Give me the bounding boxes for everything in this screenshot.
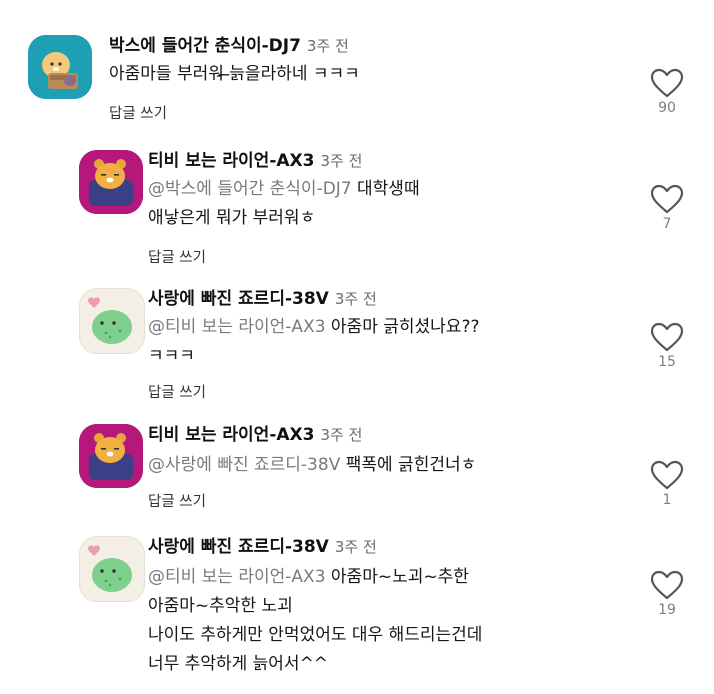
comment-line: @박스에 들어간 춘식이-DJ7 대학생때 [148, 179, 420, 199]
jordy-love-avatar-icon [80, 289, 144, 353]
comment-time: 3주 전 [320, 152, 363, 170]
avatar[interactable] [79, 150, 143, 214]
reply-button[interactable]: 답글 쓰기 [148, 490, 206, 511]
comment-line: 아줌마들 부러워 ̶늙을라하네 ㅋㅋㅋ [109, 64, 360, 84]
comment-text: @사랑에 빠진 죠르디-38V 팩폭에 긁힌건너ㅎ [148, 451, 476, 480]
like-count: 19 [658, 602, 676, 618]
mention-link[interactable]: @티비 보는 라이언-AX3 [148, 317, 326, 337]
like-button[interactable]: 1 [647, 460, 687, 508]
comment-header: 박스에 들어간 춘식이-DJ7 3주 전 [109, 35, 349, 57]
comment-line: @사랑에 빠진 죠르디-38V 팩폭에 긁힌건너ㅎ [148, 455, 477, 475]
comment-time: 3주 전 [334, 290, 377, 308]
comment-header: 티비 보는 라이언-AX3 3주 전 [148, 150, 362, 172]
author-name[interactable]: 사랑에 빠진 죠르디-38V [148, 537, 329, 557]
author-name[interactable]: 티비 보는 라이언-AX3 [148, 151, 314, 171]
comment-header: 사랑에 빠진 죠르디-38V 3주 전 [148, 288, 377, 310]
like-button[interactable]: 90 [647, 68, 687, 116]
comment-line: 애낳은게 뭐가 부러워ㅎ [148, 208, 316, 228]
comment-text: @티비 보는 라이언-AX3 아줌마 긁히셨나요?? ㅋㅋㅋ [148, 313, 480, 371]
mention-link[interactable]: @티비 보는 라이언-AX3 [148, 567, 326, 587]
author-name[interactable]: 박스에 들어간 춘식이-DJ7 [109, 36, 301, 56]
comment-line: @티비 보는 라이언-AX3 아줌마 긁히셨나요?? [148, 317, 480, 337]
author-name[interactable]: 티비 보는 라이언-AX3 [148, 425, 314, 445]
ryan-tv-avatar-icon [79, 150, 143, 214]
avatar[interactable] [28, 35, 92, 99]
avatar[interactable] [79, 424, 143, 488]
comment-time: 3주 전 [334, 538, 377, 556]
reply-button[interactable]: 답글 쓰기 [148, 381, 206, 402]
mention-link[interactable]: @사랑에 빠진 죠르디-38V [148, 455, 340, 475]
like-button[interactable]: 15 [647, 322, 687, 370]
author-name[interactable]: 사랑에 빠진 죠르디-38V [148, 289, 329, 309]
like-count: 90 [658, 100, 676, 116]
like-count: 15 [658, 354, 676, 370]
comment-time: 3주 전 [320, 426, 363, 444]
comment-line: @티비 보는 라이언-AX3 아줌마~노괴~추한 [148, 567, 469, 587]
jordy-love-avatar-icon [80, 537, 144, 601]
like-button[interactable]: 19 [647, 570, 687, 618]
like-count: 1 [662, 492, 672, 508]
comment-time: 3주 전 [306, 37, 349, 55]
like-count: 7 [662, 216, 672, 232]
chunsik-box-avatar-icon [28, 35, 92, 99]
comment-line: ㅋㅋㅋ [148, 346, 195, 366]
comment-line: 아줌마~추악한 노괴 [148, 596, 293, 616]
avatar[interactable] [79, 536, 145, 602]
heart-icon [650, 322, 684, 352]
reply-button[interactable]: 답글 쓰기 [148, 246, 206, 267]
reply-button[interactable]: 답글 쓰기 [109, 102, 167, 123]
comment-text: 아줌마들 부러워 ̶늙을라하네 ㅋㅋㅋ [109, 60, 360, 89]
comment-text: @티비 보는 라이언-AX3 아줌마~노괴~추한 아줌마~추악한 노괴 나이도 … [148, 563, 482, 679]
ryan-tv-avatar-icon [79, 424, 143, 488]
comment-header: 티비 보는 라이언-AX3 3주 전 [148, 424, 362, 446]
comment-line: 너무 추악하게 늙어서^^ [148, 654, 329, 674]
heart-icon [650, 184, 684, 214]
heart-icon [650, 460, 684, 490]
mention-link[interactable]: @박스에 들어간 춘식이-DJ7 [148, 179, 352, 199]
like-button[interactable]: 7 [647, 184, 687, 232]
comment-header: 사랑에 빠진 죠르디-38V 3주 전 [148, 536, 377, 558]
comment-line: 나이도 추하게만 안먹었어도 대우 해드리는건데 [148, 625, 483, 645]
heart-icon [650, 68, 684, 98]
comment-text: @박스에 들어간 춘식이-DJ7 대학생때 애낳은게 뭐가 부러워ㅎ [148, 175, 420, 233]
heart-icon [650, 570, 684, 600]
avatar[interactable] [79, 288, 145, 354]
